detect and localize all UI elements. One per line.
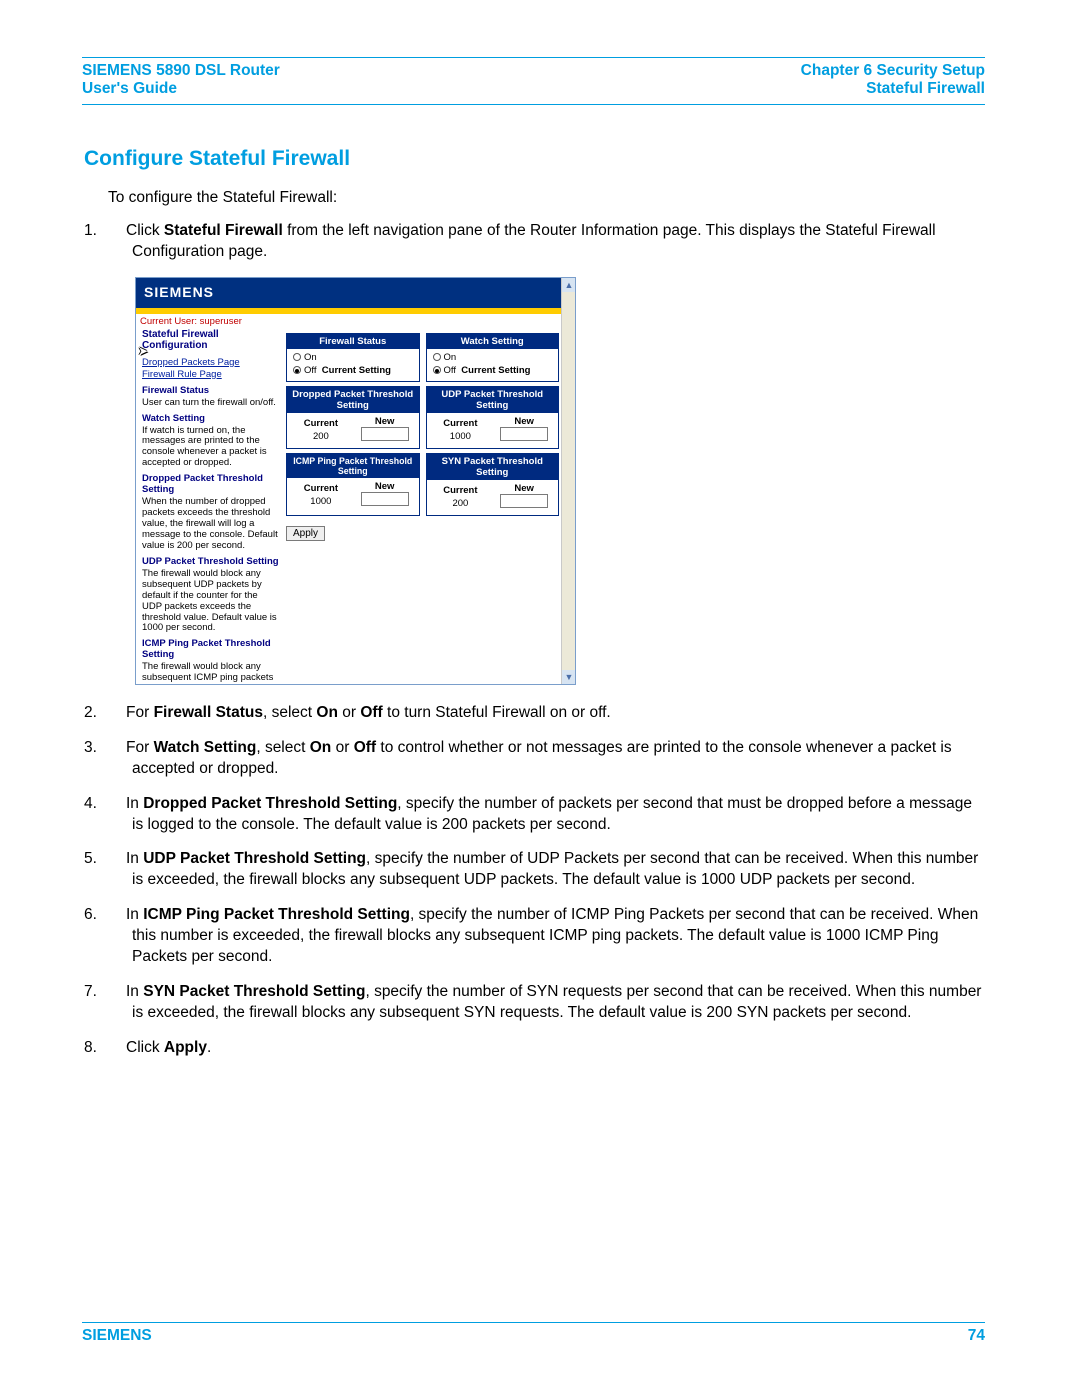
header-right-line1: Chapter 6 Security Setup [801, 62, 985, 80]
step-8: 8.Click Apply. [108, 1038, 985, 1059]
sb-h-2: Dropped Packet Threshold Setting [142, 473, 280, 495]
apply-button[interactable]: Apply [286, 526, 325, 541]
panel-icmp: ICMP Ping Packet Threshold Setting Curre… [286, 453, 420, 516]
sb-h-1: Watch Setting [142, 413, 280, 424]
header-left-line2: User's Guide [82, 80, 280, 98]
sb-h-3: UDP Packet Threshold Setting [142, 556, 280, 567]
steps-list-cont: 2.For Firewall Status, select On or Off … [108, 703, 985, 1059]
cursor-icon: ➤ [138, 344, 148, 358]
scroll-down-icon[interactable]: ▼ [562, 670, 576, 684]
udp-new-input[interactable] [500, 427, 548, 441]
step-5: 5.In UDP Packet Threshold Setting, speci… [108, 849, 985, 891]
icmp-new-input[interactable] [361, 492, 409, 506]
step-2: 2.For Firewall Status, select On or Off … [108, 703, 985, 724]
header-rule-top [82, 57, 985, 58]
config-main: Firewall Status On Off Current Setting W… [286, 329, 575, 685]
sb-h-4: ICMP Ping Packet Threshold Setting [142, 638, 280, 660]
header-rule-bottom [82, 104, 985, 105]
page-number: 74 [968, 1327, 985, 1345]
ws-radio-off[interactable]: Off Current Setting [433, 365, 553, 378]
step-4: 4.In Dropped Packet Threshold Setting, s… [108, 794, 985, 836]
footer-brand: SIEMENS [82, 1327, 152, 1345]
step-6: 6.In ICMP Ping Packet Threshold Setting,… [108, 905, 985, 968]
embedded-screenshot: ➤ SIEMENS Current User: superuser Statef… [135, 277, 576, 685]
scrollbar[interactable]: ▲ ▼ [561, 278, 575, 684]
ws-radio-on[interactable]: On [433, 352, 553, 365]
sb-d-0: User can turn the firewall on/off. [142, 398, 280, 409]
syn-current-value: 200 [433, 496, 489, 509]
page-header: SIEMENS 5890 DSL Router User's Guide Cha… [82, 62, 985, 104]
step-1: 1.Click Stateful Firewall from the left … [108, 221, 985, 263]
panel-udp: UDP Packet Threshold Setting Current1000… [426, 386, 560, 449]
steps-list: 1.Click Stateful Firewall from the left … [108, 221, 985, 263]
scroll-up-icon[interactable]: ▲ [562, 278, 576, 292]
sb-d-1: If watch is turned on, the messages are … [142, 426, 280, 470]
dropped-new-input[interactable] [361, 427, 409, 441]
panel-watch-setting: Watch Setting On Off Current Setting [426, 333, 560, 383]
header-right-line2: Stateful Firewall [801, 80, 985, 98]
panel-syn: SYN Packet Threshold Setting Current200 … [426, 453, 560, 516]
config-sidebar: Stateful Firewall Configuration Dropped … [136, 329, 286, 685]
config-title: Stateful Firewall Configuration [142, 329, 280, 351]
sb-d-3: The firewall would block any subsequent … [142, 569, 280, 635]
section-title: Configure Stateful Firewall [84, 147, 985, 171]
step-3: 3.For Watch Setting, select On or Off to… [108, 738, 985, 780]
step-7: 7.In SYN Packet Threshold Setting, speci… [108, 982, 985, 1024]
current-user-label: Current User: superuser [136, 314, 575, 329]
syn-new-input[interactable] [500, 494, 548, 508]
header-left-line1: SIEMENS 5890 DSL Router [82, 62, 280, 80]
icmp-current-value: 1000 [293, 494, 349, 507]
panel-dropped: Dropped Packet Threshold Setting Current… [286, 386, 420, 449]
udp-current-value: 1000 [433, 429, 489, 442]
intro-text: To configure the Stateful Firewall: [108, 189, 985, 207]
link-firewall-rule[interactable]: Firewall Rule Page [142, 369, 280, 381]
link-dropped-packets[interactable]: Dropped Packets Page [142, 357, 280, 369]
sb-d-4: The firewall would block any subsequent … [142, 662, 280, 685]
sb-d-2: When the number of dropped packets excee… [142, 497, 280, 552]
panel-firewall-status: Firewall Status On Off Current Setting [286, 333, 420, 383]
page-footer: SIEMENS 74 [82, 1322, 985, 1345]
fs-radio-off[interactable]: Off Current Setting [293, 365, 413, 378]
siemens-banner: SIEMENS [136, 278, 575, 314]
dropped-current-value: 200 [293, 429, 349, 442]
fs-radio-on[interactable]: On [293, 352, 413, 365]
sb-h-0: Firewall Status [142, 385, 280, 396]
